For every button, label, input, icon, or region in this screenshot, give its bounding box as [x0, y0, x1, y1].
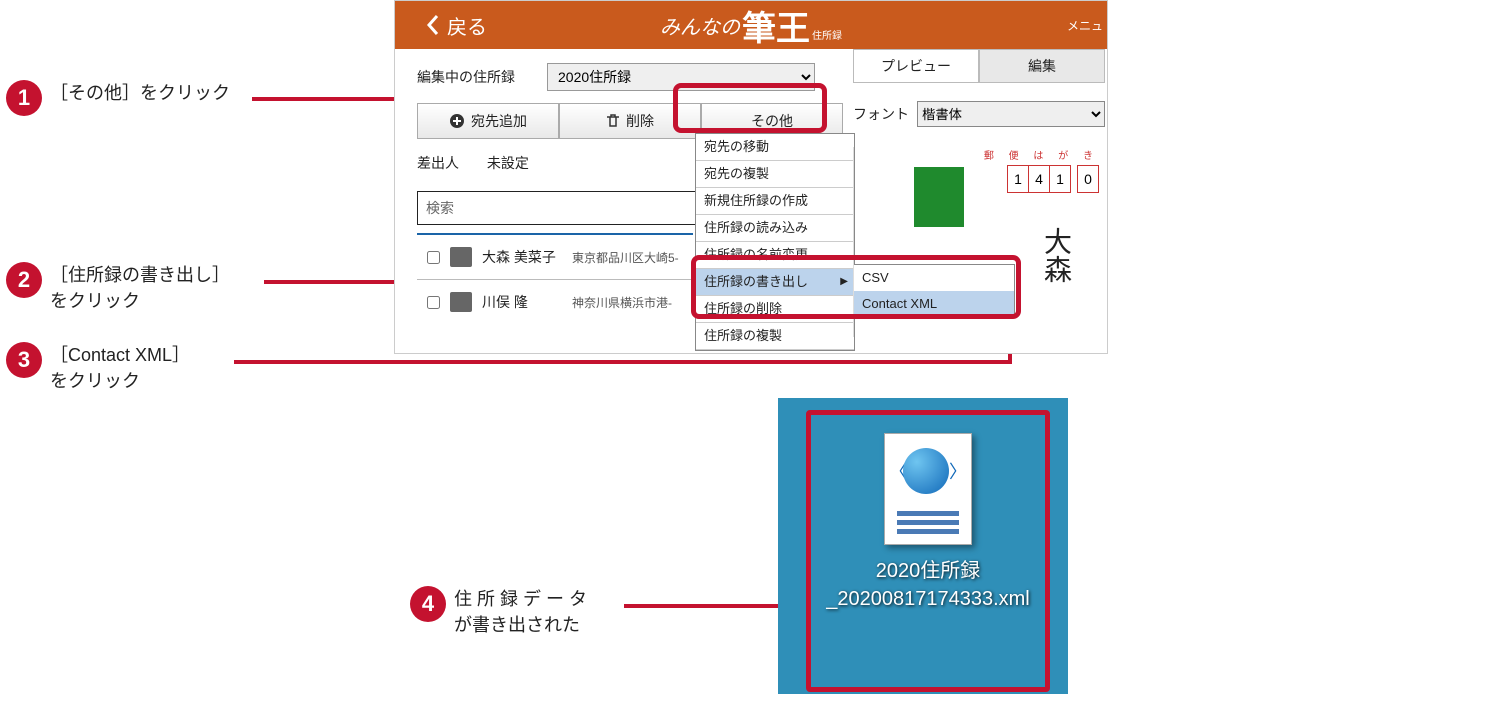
dropdown-item[interactable]: 住所録の読み込み: [696, 215, 854, 242]
menu-button[interactable]: メニュ: [1067, 17, 1103, 34]
plus-circle-icon: [449, 113, 465, 129]
addressbook-select[interactable]: 2020住所録: [547, 63, 815, 91]
row-name: 川俣 隆: [482, 292, 572, 312]
list-item[interactable]: 川俣 隆神奈川県横浜市港-: [417, 279, 693, 324]
dropdown-item[interactable]: 住所録の複製: [696, 323, 854, 350]
recipient-vertical-name: 大森: [1035, 227, 1075, 283]
zip-digit: 4: [1028, 165, 1050, 193]
app-body: 編集中の住所録 2020住所録 宛先追加 削除 その他 差出人 未設定: [395, 49, 1107, 353]
search-input[interactable]: 検索: [417, 191, 711, 225]
font-label: フォント: [853, 104, 909, 124]
stamp-area: [914, 167, 964, 227]
row-address: 神奈川県横浜市港-: [572, 294, 672, 311]
tab-edit[interactable]: 編集: [979, 49, 1105, 83]
font-select[interactable]: 楷書体: [917, 101, 1105, 127]
back-button[interactable]: 戻る: [425, 11, 487, 40]
callout-3-text: ［Contact XML］ をクリック: [50, 342, 190, 394]
callout-1-text: ［その他］をクリック: [50, 80, 230, 106]
add-recipient-button[interactable]: 宛先追加: [417, 103, 559, 139]
zip-digit: 1: [1049, 165, 1071, 193]
sender-value: 未設定: [487, 155, 529, 171]
app-title: みんなの 筆王 住所録: [660, 1, 842, 50]
dropdown-item[interactable]: 宛先の移動: [696, 134, 854, 161]
callout-4-number: 4: [410, 586, 446, 622]
callout-2: 2 ［住所録の書き出し］ をクリック: [6, 262, 230, 314]
zip-boxes: 1410: [1008, 165, 1099, 193]
app-window: 戻る みんなの 筆王 住所録 メニュ 編集中の住所録 2020住所録 宛先追加 …: [394, 0, 1108, 354]
row-checkbox[interactable]: [427, 251, 440, 264]
callout-1: 1 ［その他］をクリック: [6, 80, 230, 116]
preview-panel: プレビュー 編集 フォント 楷書体 郵 便 は が き 1410 大森: [853, 49, 1105, 337]
postcard-label: 郵 便 は が き: [984, 147, 1099, 162]
desktop-area: 〈 〉 2020住所録_20200817174333.xml: [778, 398, 1068, 694]
dropdown-item[interactable]: 住所録の名前変更: [696, 242, 854, 269]
callout-2-number: 2: [6, 262, 42, 298]
editing-label: 編集中の住所録: [417, 67, 547, 87]
zip-digit: 1: [1007, 165, 1029, 193]
row-address: 東京都品川区大崎5-: [572, 249, 679, 266]
recipient-list: 大森 美菜子東京都品川区大崎5-川俣 隆神奈川県横浜市港-: [417, 233, 693, 324]
printer-icon: [450, 292, 472, 312]
callout-4-text: 住 所 録 デ ー タ が書き出された: [454, 586, 587, 638]
tab-preview[interactable]: プレビュー: [853, 49, 979, 83]
callout-4: 4 住 所 録 デ ー タ が書き出された: [410, 586, 587, 638]
row-name: 大森 美菜子: [482, 247, 572, 267]
dropdown-item[interactable]: 新規住所録の作成: [696, 188, 854, 215]
callout-2-text: ［住所録の書き出し］ をクリック: [50, 262, 230, 314]
sender-label: 差出人: [417, 155, 459, 171]
dropdown-item[interactable]: 宛先の複製: [696, 161, 854, 188]
exported-file[interactable]: 〈 〉 2020住所録_20200817174333.xml: [806, 410, 1050, 692]
xml-file-icon: 〈 〉: [884, 433, 972, 545]
dropdown-item[interactable]: 住所録の削除: [696, 296, 854, 323]
leader-3a: [234, 360, 1012, 364]
postcard-preview: 郵 便 は が き 1410 大森: [853, 147, 1105, 337]
chevron-left-icon: [425, 14, 441, 36]
zip-digit: 0: [1077, 165, 1099, 193]
other-dropdown: 宛先の移動宛先の複製新規住所録の作成住所録の読み込み住所録の名前変更住所録の書き…: [695, 133, 855, 351]
callout-3-number: 3: [6, 342, 42, 378]
dropdown-item[interactable]: 住所録の書き出し: [696, 269, 854, 296]
printer-icon: [450, 247, 472, 267]
leader-4: [624, 604, 802, 608]
titlebar: 戻る みんなの 筆王 住所録 メニュ: [395, 1, 1107, 49]
trash-icon: [606, 113, 620, 129]
font-row: フォント 楷書体: [853, 101, 1105, 127]
list-item[interactable]: 大森 美菜子東京都品川区大崎5-: [417, 233, 693, 279]
row-checkbox[interactable]: [427, 296, 440, 309]
callout-1-number: 1: [6, 80, 42, 116]
preview-tabs: プレビュー 編集: [853, 49, 1105, 83]
callout-3: 3 ［Contact XML］ をクリック: [6, 342, 190, 394]
exported-file-name: 2020住所録_20200817174333.xml: [811, 557, 1045, 613]
delete-button[interactable]: 削除: [559, 103, 701, 139]
